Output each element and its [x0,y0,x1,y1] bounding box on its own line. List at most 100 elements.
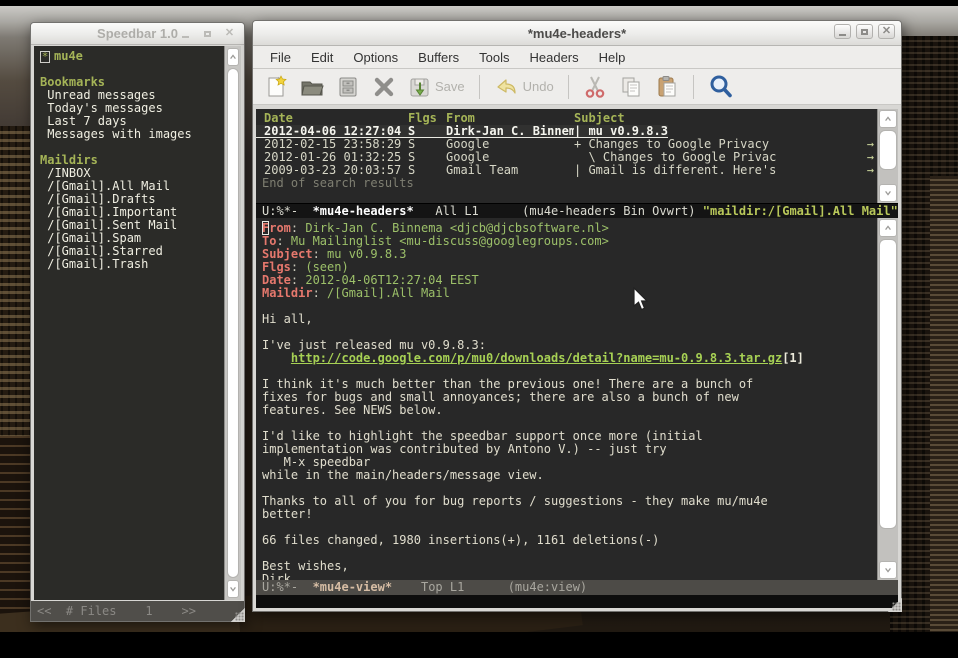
menu-edit[interactable]: Edit [302,48,342,67]
scroll-up-icon[interactable] [227,48,239,66]
speedbar-root-label: mu4e [54,50,83,63]
field-value: Dirk-Jan C. Binnema <djcb@djcbsoftware.n… [305,221,608,235]
scrollbar-thumb[interactable] [879,130,897,170]
close-button[interactable]: ✕ [878,24,895,39]
file-cabinet-icon [336,75,360,99]
field-value: (seen) [305,260,348,274]
minimize-button[interactable] [834,24,851,39]
header-subject: | mu v0.9.8.3 [574,125,668,137]
header-from: Google [446,138,574,151]
field-value: /[Gmail].All Mail [327,286,450,300]
speedbar-titlebar[interactable]: Speedbar 1.0 ✕ [31,23,244,45]
maximize-button[interactable] [856,24,873,39]
close-buffer-button[interactable] [369,73,399,101]
resize-grip[interactable] [887,597,902,612]
header-row[interactable]: 2009-03-23 20:03:57SGmail Team| Gmail is… [256,164,877,177]
speedbar-window: Speedbar 1.0 ✕ *mu4e Bookmarks Unread me… [30,22,245,622]
open-folder-icon [300,75,324,99]
new-file-button[interactable] [261,73,291,101]
menu-headers[interactable]: Headers [520,48,587,67]
toolbar-separator [479,75,480,99]
save-button[interactable]: Save [405,73,468,101]
paste-clipboard-icon [655,75,679,99]
header-row[interactable]: 2012-02-15 23:58:29SGoogle+ Changes to G… [256,138,877,151]
menu-tools[interactable]: Tools [470,48,518,67]
speedbar-scrollbar[interactable] [224,46,241,600]
view-scrollbar[interactable] [877,218,898,580]
undo-label: Undo [523,79,554,94]
header-row[interactable]: 2012-01-26 01:32:25SGoogle \ Changes to … [256,151,877,164]
message-link[interactable]: http://code.google.com/p/mu0/downloads/d… [291,351,782,365]
menubar: FileEditOptionsBuffersToolsHeadersHelp [253,46,901,69]
menu-buffers[interactable]: Buffers [409,48,468,67]
scroll-down-icon[interactable] [879,561,897,579]
field-label: Date [262,273,291,287]
menu-options[interactable]: Options [344,48,407,67]
field-value: Mu Mailinglist <mu-discuss@googlegroups.… [291,234,609,248]
speedbar-title: Speedbar 1.0 [97,26,178,41]
header-flags: S [408,125,446,137]
message-body-line: Hi all, [262,313,877,326]
close-button[interactable]: ✕ [221,26,238,41]
header-flags: S [408,151,446,164]
expander-icon[interactable]: * [40,51,50,63]
scrollbar-thumb[interactable] [879,239,897,529]
resize-grip[interactable] [230,607,245,622]
scrollbar-thumb[interactable] [227,68,239,578]
speedbar-root-item[interactable]: * mu4e [40,50,224,63]
header-from: Dirk-Jan C. Binnema [446,125,574,137]
headers-modeline: U:%*- *mu4e-headers* All L1 (mu4e-header… [256,203,898,218]
header-date: 2012-01-26 01:32:25 [256,151,408,164]
modeline-buffer-name: *mu4e-headers* [313,204,414,218]
undo-button[interactable]: Undo [491,73,557,101]
field-value: 2012-04-06T12:27:04 EEST [305,273,478,287]
emacs-title: *mu4e-headers* [528,26,626,41]
message-body-line: Best wishes, [262,560,877,573]
speedbar-item[interactable]: /[Gmail].Trash [40,258,224,271]
header-flags: S [408,138,446,151]
field-label: To [262,234,276,248]
header-subject: \ Changes to Google Privac [574,151,877,164]
emacs-window: *mu4e-headers* ✕ FileEditOptionsBuffersT… [252,20,902,612]
speedbar-item[interactable]: Messages with images [40,128,224,141]
modeline-search-query: "maildir:/[Gmail].All Mail" [703,204,898,218]
mouse-cursor [633,287,650,311]
search-icon [708,74,734,100]
menu-help[interactable]: Help [590,48,635,67]
header-row[interactable]: 2012-04-06 12:27:04SDirk-Jan C. Binnema|… [256,125,668,138]
minimize-button[interactable] [177,26,194,41]
field-label: Maildir [262,286,313,300]
message-body-line [262,300,877,313]
header-from: Google [446,151,574,164]
cut-button[interactable] [580,73,610,101]
scroll-up-icon[interactable] [879,219,897,237]
speedbar-list: *mu4e Bookmarks Unread messages Today's … [34,46,224,600]
emacs-titlebar[interactable]: *mu4e-headers* ✕ [253,21,901,46]
headers-column-row: Date Flgs From Subject [256,112,877,125]
column-subject: Subject [574,112,877,125]
save-as-button[interactable] [333,73,363,101]
search-button[interactable] [705,72,737,102]
headers-scrollbar[interactable] [877,109,898,203]
column-from: From [446,112,574,125]
message-body-line [262,547,877,560]
message-field: Maildir: /[Gmail].All Mail [262,287,877,300]
message-body-line: features. See NEWS below. [262,404,877,417]
maximize-button[interactable] [199,26,216,41]
scroll-down-icon[interactable] [227,580,239,598]
copy-icon [619,75,643,99]
message-field: Subject: mu v0.9.8.3 [262,248,877,261]
view-modeline: U:%*- *mu4e-view* Top L1 (mu4e:view) [256,580,898,595]
modeline-buffer-name: *mu4e-view* [313,580,392,594]
scroll-down-icon[interactable] [879,184,897,202]
scroll-up-icon[interactable] [879,110,897,128]
speedbar-statusbar[interactable]: << # Files 1 >> [31,601,244,621]
paste-button[interactable] [652,73,682,101]
message-body-line: Dirk. [262,573,877,580]
menu-file[interactable]: File [261,48,300,67]
copy-button[interactable] [616,73,646,101]
field-label: From [262,221,291,235]
undo-icon [494,75,520,99]
minibuffer[interactable] [256,595,898,608]
open-file-button[interactable] [297,73,327,101]
